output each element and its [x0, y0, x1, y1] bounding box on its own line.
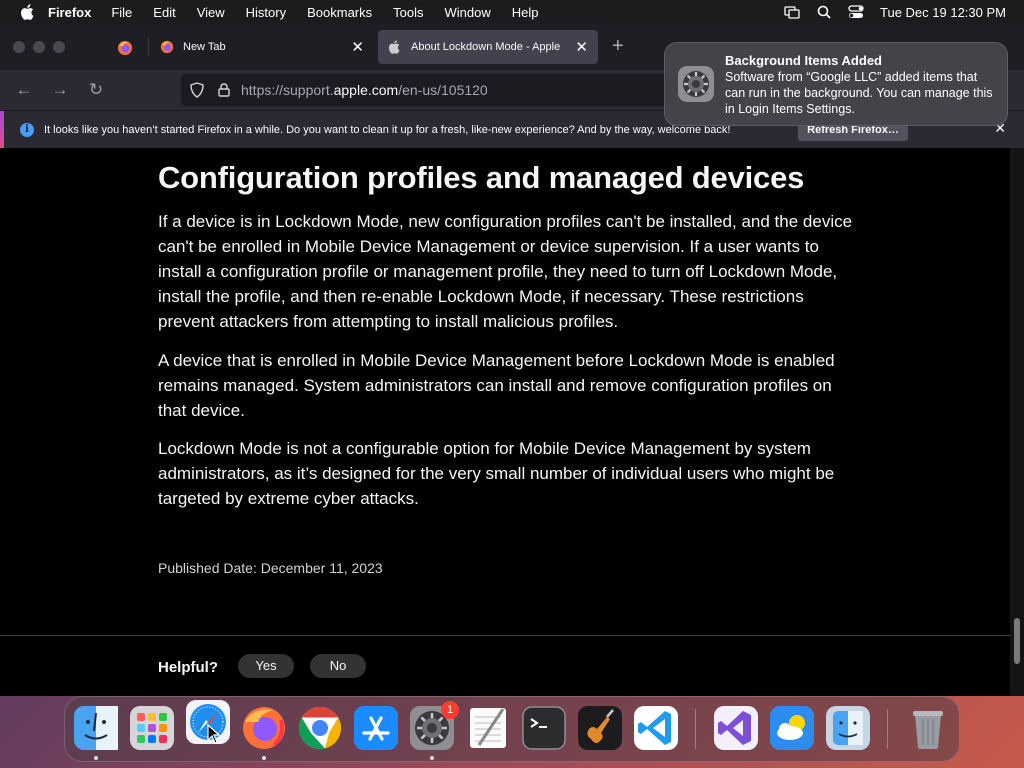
- mouse-pointer-icon: [207, 723, 221, 744]
- menu-window[interactable]: Window: [445, 5, 491, 20]
- menu-file[interactable]: File: [111, 5, 132, 20]
- menu-clock[interactable]: Tue Dec 19 12:30 PM: [880, 5, 1006, 20]
- dock-separator: [695, 709, 696, 749]
- tab-title: About Lockdown Mode - Apple: [411, 41, 561, 53]
- lock-icon[interactable]: [217, 83, 231, 97]
- close-tab-icon[interactable]: ✕: [575, 38, 588, 56]
- section-heading: Configuration profiles and managed devic…: [158, 160, 805, 195]
- notification-title: Background Items Added: [725, 53, 882, 68]
- notification-badge: 1: [441, 701, 459, 719]
- helpful-yes-button[interactable]: Yes: [238, 654, 294, 678]
- weather-icon[interactable]: [769, 705, 815, 751]
- apple-icon: [388, 40, 402, 54]
- textedit-icon[interactable]: [465, 705, 511, 751]
- url-host: apple.com: [333, 82, 399, 98]
- notification-body: Software from “Google LLC” added items t…: [725, 70, 993, 116]
- app-store-icon[interactable]: [353, 705, 399, 751]
- page-content: Configuration profiles and managed devic…: [0, 148, 1010, 696]
- firefox-icon[interactable]: [241, 705, 287, 751]
- tracking-protection-shield-icon[interactable]: [189, 82, 205, 98]
- terminal-icon[interactable]: [521, 705, 567, 751]
- system-settings-gear-icon: [677, 65, 715, 103]
- running-indicator: [262, 756, 266, 760]
- close-tab-icon[interactable]: ✕: [351, 38, 364, 56]
- helpful-label: Helpful?: [158, 659, 218, 676]
- background-items-notification[interactable]: Background Items Added Software from “Go…: [664, 42, 1008, 126]
- paragraph-1: If a device is in Lockdown Mode, new con…: [158, 212, 853, 331]
- close-window-button[interactable]: [13, 41, 25, 53]
- chrome-icon[interactable]: [297, 705, 343, 751]
- running-indicator: [430, 756, 434, 760]
- info-icon: i: [20, 122, 34, 137]
- menu-app-name[interactable]: Firefox: [48, 5, 91, 20]
- tab-title: New Tab: [183, 41, 226, 53]
- infobar-message: It looks like you haven’t started Firefo…: [44, 123, 731, 136]
- visual-studio-icon[interactable]: [713, 705, 759, 751]
- finder-icon[interactable]: [73, 705, 119, 751]
- url-text[interactable]: https://support.apple.com/en-us/105120: [241, 82, 488, 98]
- tab-new-tab[interactable]: New Tab ✕: [150, 30, 374, 64]
- forward-arrow-icon[interactable]: →: [50, 80, 70, 100]
- menu-tools[interactable]: Tools: [393, 5, 423, 20]
- vscode-icon[interactable]: [633, 705, 679, 751]
- screen-mirroring-icon[interactable]: [784, 5, 800, 19]
- tab-lockdown-mode[interactable]: About Lockdown Mode - Apple ✕: [378, 30, 598, 64]
- back-arrow-icon[interactable]: ←: [14, 80, 34, 100]
- url-prefix: https://support.: [241, 82, 334, 98]
- finder-alt-icon[interactable]: [825, 705, 871, 751]
- running-indicator: [94, 756, 98, 760]
- window-controls: [13, 41, 65, 53]
- paragraph-3: Lockdown Mode is not a configurable opti…: [158, 439, 835, 508]
- published-date: Published Date: December 11, 2023: [158, 560, 383, 576]
- garageband-icon[interactable]: [577, 705, 623, 751]
- url-bar[interactable]: https://support.apple.com/en-us/105120: [181, 74, 721, 106]
- menu-bar: Firefox File Edit View History Bookmarks…: [0, 0, 1024, 24]
- infobar-accent: [0, 111, 4, 148]
- trash-icon[interactable]: [905, 705, 951, 751]
- control-center-icon[interactable]: [848, 5, 864, 19]
- menu-help[interactable]: Help: [512, 5, 539, 20]
- reload-icon[interactable]: ↻: [86, 80, 106, 100]
- spotlight-search-icon[interactable]: [816, 5, 832, 19]
- menu-history[interactable]: History: [246, 5, 286, 20]
- menu-edit[interactable]: Edit: [153, 5, 175, 20]
- dock: 1: [64, 696, 960, 762]
- divider: [0, 635, 1010, 636]
- zoom-window-button[interactable]: [53, 41, 65, 53]
- minimize-window-button[interactable]: [33, 41, 45, 53]
- paragraph-2: A device that is enrolled in Mobile Devi…: [158, 351, 835, 420]
- helpful-no-button[interactable]: No: [310, 654, 366, 678]
- scrollbar-thumb[interactable]: [1014, 618, 1020, 664]
- new-tab-button[interactable]: +: [612, 36, 624, 56]
- page-scrollbar[interactable]: [1010, 148, 1024, 696]
- tab-separator: [148, 38, 149, 56]
- apple-menu-icon[interactable]: [20, 4, 34, 20]
- launchpad-icon[interactable]: [129, 705, 175, 751]
- firefox-icon: [160, 40, 174, 54]
- menu-view[interactable]: View: [197, 5, 225, 20]
- menu-bookmarks[interactable]: Bookmarks: [307, 5, 372, 20]
- url-path: /en-us/105120: [398, 82, 488, 98]
- pinned-firefox-tab-icon[interactable]: [117, 40, 133, 56]
- dock-separator: [887, 709, 888, 749]
